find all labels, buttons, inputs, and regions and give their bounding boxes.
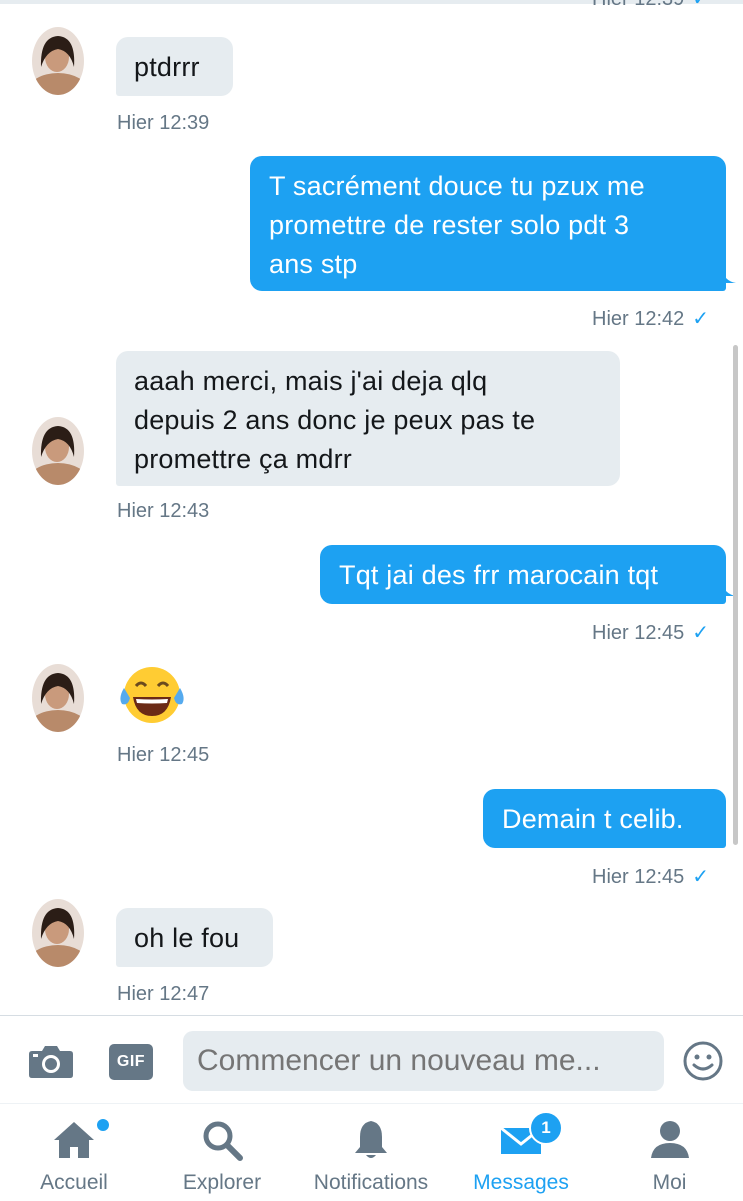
message-input[interactable]	[183, 1031, 664, 1091]
person-icon	[648, 1118, 692, 1162]
message-text-line: ans stp	[269, 249, 358, 279]
message-text-line: promettre ça mdrr	[134, 444, 352, 474]
message-text: ptdrrr	[134, 52, 200, 82]
new-content-dot	[97, 1119, 109, 1131]
message-bubble-outgoing[interactable]: Tqt jai des frr marocain tqt	[320, 545, 736, 604]
message-timestamp: Hier 12:39	[117, 112, 210, 134]
message-timestamp: Hier 12:45	[117, 744, 210, 766]
tab-profile[interactable]: Moi	[596, 1104, 743, 1201]
read-check-icon: ✓	[692, 622, 710, 644]
tears-of-joy-emoji-icon[interactable]	[116, 664, 188, 726]
tab-label: Messages	[473, 1171, 569, 1194]
bottom-tab-bar: Accueil Explorer Notifications 1 Message	[0, 1103, 743, 1201]
message-bubble-outgoing[interactable]: Demain t celib.	[483, 789, 726, 848]
message-thread[interactable]: Hier 12:39✓ ptdrrr Hier 12:39 T sacrémen…	[0, 0, 743, 1015]
gif-button[interactable]: GIF	[109, 1044, 153, 1080]
message-text: Demain t celib.	[502, 804, 684, 834]
tab-label: Moi	[652, 1171, 687, 1194]
avatar[interactable]	[32, 27, 84, 95]
message-timestamp: Hier 12:42 ✓	[592, 308, 710, 330]
tab-label: Notifications	[313, 1171, 429, 1194]
avatar[interactable]	[32, 417, 84, 485]
message-text-line: promettre de rester solo pdt 3	[269, 210, 630, 240]
tab-messages[interactable]: 1 Messages	[446, 1104, 596, 1201]
camera-icon[interactable]	[28, 1043, 74, 1079]
search-icon	[200, 1118, 244, 1162]
scrollbar[interactable]	[733, 345, 738, 845]
message-timestamp: Hier 12:47	[117, 983, 210, 1005]
read-check-icon: ✓	[692, 308, 710, 330]
message-text: Tqt jai des frr marocain tqt	[339, 560, 659, 590]
unread-badge: 1	[529, 1111, 563, 1145]
message-text: oh le fou	[134, 923, 240, 953]
bubble-tail	[722, 269, 736, 283]
tab-label: Explorer	[182, 1171, 262, 1194]
message-text-line: aaah merci, mais j'ai deja qlq	[134, 366, 488, 396]
message-composer: GIF	[0, 1015, 743, 1104]
bell-icon	[349, 1118, 393, 1162]
read-check-icon: ✓	[692, 866, 710, 888]
tab-home[interactable]: Accueil	[0, 1104, 148, 1201]
message-text-line: T sacrément douce tu pzux me	[269, 171, 645, 201]
message-timestamp: Hier 12:45 ✓	[592, 622, 710, 644]
message-timestamp: Hier 12:43	[117, 500, 210, 522]
message-bubble-incoming[interactable]: oh le fou	[116, 908, 273, 967]
message-timestamp: Hier 12:39✓	[592, 0, 709, 11]
avatar[interactable]	[32, 664, 84, 732]
message-bubble-outgoing[interactable]: T sacrément douce tu pzux me promettre d…	[250, 156, 736, 291]
message-text-line: depuis 2 ans donc je peux pas te	[134, 405, 536, 435]
message-timestamp: Hier 12:45 ✓	[592, 866, 710, 888]
tab-notifications[interactable]: Notifications	[296, 1104, 446, 1201]
tab-label: Accueil	[40, 1171, 108, 1194]
read-check-icon: ✓	[692, 0, 709, 10]
message-bubble-incoming[interactable]: aaah merci, mais j'ai deja qlq depuis 2 …	[116, 351, 620, 486]
avatar[interactable]	[32, 899, 84, 967]
tab-explorer[interactable]: Explorer	[148, 1104, 296, 1201]
emoji-icon[interactable]	[682, 1040, 724, 1082]
home-icon	[52, 1118, 96, 1162]
message-bubble-incoming[interactable]: ptdrrr	[116, 37, 233, 96]
